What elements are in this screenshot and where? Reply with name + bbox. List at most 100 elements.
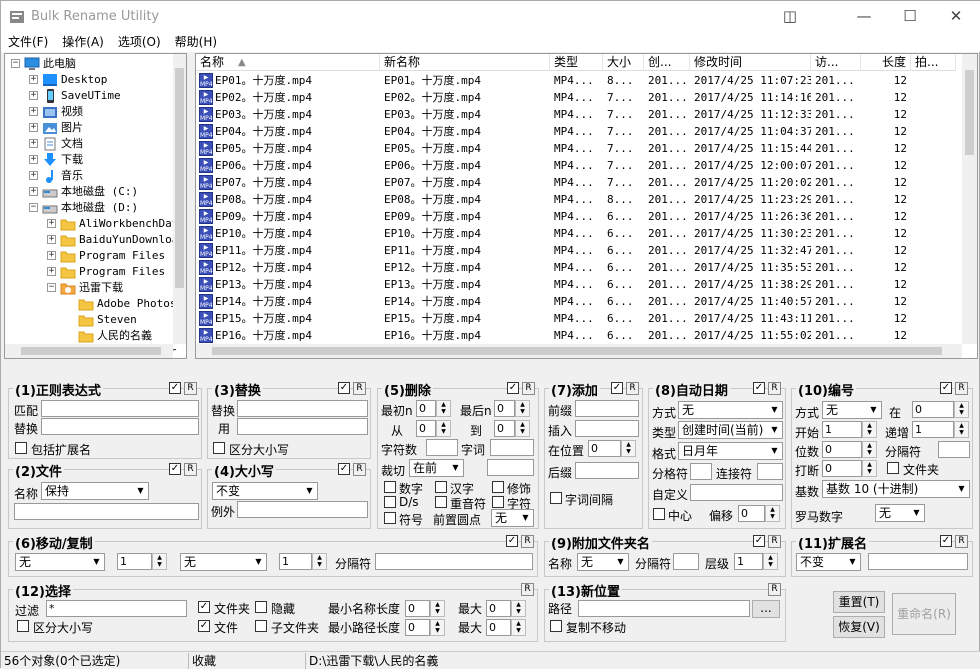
expand-icon[interactable]: + xyxy=(29,123,38,132)
menu-help[interactable]: 帮助(H) xyxy=(168,32,224,51)
tree-node[interactable]: 人民的名義 xyxy=(5,328,185,344)
appendfolder-sep-input[interactable] xyxy=(673,553,699,570)
close-button[interactable]: ✕ xyxy=(933,1,979,32)
selection-case-checkbox[interactable] xyxy=(17,620,29,632)
replace-case-checkbox[interactable] xyxy=(213,442,225,454)
status-favorites[interactable]: 收藏 xyxy=(189,653,306,669)
remove-accents-checkbox[interactable] xyxy=(435,496,447,508)
expand-icon[interactable]: + xyxy=(47,235,56,244)
remove-from-input[interactable]: 0 xyxy=(416,420,436,437)
tree-node[interactable]: + 图片 xyxy=(5,120,185,136)
numbering-break-spinner[interactable]: ▲ ▼ xyxy=(862,460,877,477)
tree-node[interactable]: + 文档 xyxy=(5,136,185,152)
remove-chars2-checkbox[interactable] xyxy=(492,496,504,508)
rename-button[interactable]: 重命名(R) xyxy=(892,593,956,635)
newlocation-browse-button[interactable]: ... xyxy=(752,600,780,618)
selection-subfolders-checkbox[interactable] xyxy=(255,620,267,632)
table-row[interactable]: ▶ MP4 EP13。十万度.mp4 EP13。十万度.mp4 MP4... 6... 20… xyxy=(196,276,956,293)
add-suffix-input[interactable] xyxy=(575,462,639,479)
numbering-folder-checkbox[interactable] xyxy=(887,462,899,474)
movecopy-num-2[interactable]: 1 xyxy=(279,553,312,570)
replace-reset-button[interactable]: R xyxy=(353,382,366,395)
tree-node[interactable]: + 下载 xyxy=(5,152,185,168)
expand-icon[interactable]: + xyxy=(47,219,56,228)
tree-node[interactable]: + AliWorkbenchDat xyxy=(5,216,185,232)
numbering-sep-input[interactable] xyxy=(938,441,970,458)
movecopy-num-1[interactable]: 1 xyxy=(117,553,152,570)
tree-node[interactable]: + Desktop xyxy=(5,72,185,88)
table-row[interactable]: ▶ MP4 EP14。十万度.mp4 EP14。十万度.mp4 MP4... 6... 20… xyxy=(196,293,956,310)
remove-crop-input[interactable] xyxy=(487,459,534,476)
collapse-icon[interactable]: − xyxy=(47,283,56,292)
table-row[interactable]: ▶ MP4 EP08。十万度.mp4 EP08。十万度.mp4 MP4... 8... 20… xyxy=(196,191,956,208)
case-reset-button[interactable]: R xyxy=(353,463,366,476)
selection-max-name-spinner[interactable]: ▲ ▼ xyxy=(511,600,526,617)
tree-vscroll-thumb[interactable] xyxy=(175,68,184,288)
numbering-pad-input[interactable]: 0 xyxy=(822,441,862,458)
table-row[interactable]: ▶ MP4 EP04。十万度.mp4 EP04。十万度.mp4 MP4... 7... 20… xyxy=(196,123,956,140)
snap-icon[interactable]: ◫ xyxy=(767,1,813,32)
table-row[interactable]: ▶ MP4 EP11。十万度.mp4 EP11。十万度.mp4 MP4... 6... 20… xyxy=(196,242,956,259)
tree-node[interactable]: − 本地磁盘 (D:) xyxy=(5,200,185,216)
expand-icon[interactable]: + xyxy=(29,139,38,148)
expand-icon[interactable]: + xyxy=(47,251,56,260)
tree-node[interactable]: Steven xyxy=(5,312,185,328)
selection-hidden-checkbox[interactable] xyxy=(255,601,267,613)
regex-match-input[interactable] xyxy=(41,400,199,417)
numbering-roman-select[interactable]: 无 ▼ xyxy=(875,504,925,522)
tree-node[interactable]: + BaiduYunDownloa xyxy=(5,232,185,248)
expand-icon[interactable]: + xyxy=(29,107,38,116)
header-col-length[interactable]: 长度 xyxy=(861,54,911,71)
header-col-size[interactable]: 大小 xyxy=(603,54,644,71)
menu-options[interactable]: 选项(O) xyxy=(111,32,168,51)
remove-first-spinner[interactable]: ▲ ▼ xyxy=(436,400,451,417)
autodate-sep-input[interactable] xyxy=(690,463,712,480)
selection-max-name-input[interactable]: 0 xyxy=(486,600,511,617)
tree-node[interactable]: + Program Files xyxy=(5,248,185,264)
remove-to-input[interactable]: 0 xyxy=(494,420,515,437)
appendfolder-level-spinner[interactable]: ▲ ▼ xyxy=(763,553,778,570)
regex-reset-button[interactable]: R xyxy=(184,382,197,395)
remove-crop-select[interactable]: 在前 ▼ xyxy=(409,459,464,477)
header-col-name[interactable]: 名称 xyxy=(196,54,380,71)
add-at-pos-spinner[interactable]: ▲ ▼ xyxy=(621,440,636,457)
tree-node[interactable]: + 音乐 xyxy=(5,168,185,184)
remove-last-spinner[interactable]: ▲ ▼ xyxy=(515,400,530,417)
movecopy-num-1-spinner[interactable]: ▲ ▼ xyxy=(152,553,167,570)
header-col-type[interactable]: 类型 xyxy=(550,54,603,71)
tree-hscroll[interactable] xyxy=(5,344,173,358)
expand-icon[interactable]: + xyxy=(47,267,56,276)
minimize-button[interactable]: — xyxy=(841,1,887,32)
table-row[interactable]: ▶ MP4 EP12。十万度.mp4 EP12。十万度.mp4 MP4... 6... 20… xyxy=(196,259,956,276)
file-enable-checkbox[interactable]: ✓ xyxy=(169,463,181,475)
list-vscroll-thumb[interactable] xyxy=(965,70,974,155)
maximize-button[interactable]: ☐ xyxy=(887,1,933,32)
movecopy-reset-button[interactable]: R xyxy=(521,535,534,548)
selection-min-path-spinner[interactable]: ▲ ▼ xyxy=(430,619,445,636)
numbering-incr-input[interactable]: 1 xyxy=(912,421,954,438)
newlocation-reset-button[interactable]: R xyxy=(768,583,781,596)
table-row[interactable]: ▶ MP4 EP01。十万度.mp4 EP01。十万度.mp4 MP4... 8... 20… xyxy=(196,72,956,89)
table-row[interactable]: ▶ MP4 EP09。十万度.mp4 EP09。十万度.mp4 MP4... 6... 20… xyxy=(196,208,956,225)
movecopy-select-1[interactable]: 无 ▼ xyxy=(15,553,105,571)
remove-first-input[interactable]: 0 xyxy=(416,400,436,417)
movecopy-sep-input[interactable] xyxy=(375,553,533,570)
add-at-pos-input[interactable]: 0 xyxy=(588,440,621,457)
selection-max-path-spinner[interactable]: ▲ ▼ xyxy=(511,619,526,636)
autodate-center-checkbox[interactable] xyxy=(653,508,665,520)
remove-from-spinner[interactable]: ▲ ▼ xyxy=(436,420,451,437)
autodate-enable-checkbox[interactable]: ✓ xyxy=(753,382,765,394)
selection-min-name-input[interactable]: 0 xyxy=(405,600,430,617)
remove-to-spinner[interactable]: ▲ ▼ xyxy=(515,420,530,437)
newlocation-path-input[interactable] xyxy=(578,600,750,617)
remove-symbols-checkbox[interactable] xyxy=(384,512,396,524)
header-col-accessed[interactable]: 访... xyxy=(811,54,861,71)
autodate-join-input[interactable] xyxy=(757,463,783,480)
table-row[interactable]: ▶ MP4 EP07。十万度.mp4 EP07。十万度.mp4 MP4... 7... 20… xyxy=(196,174,956,191)
replace-with-input[interactable] xyxy=(237,418,368,435)
selection-reset-button[interactable]: R xyxy=(521,583,534,596)
autodate-custom-input[interactable] xyxy=(690,484,783,501)
extension-enable-checkbox[interactable]: ✓ xyxy=(940,535,952,547)
file-name-input[interactable] xyxy=(14,503,199,520)
add-reset-button[interactable]: R xyxy=(626,382,639,395)
